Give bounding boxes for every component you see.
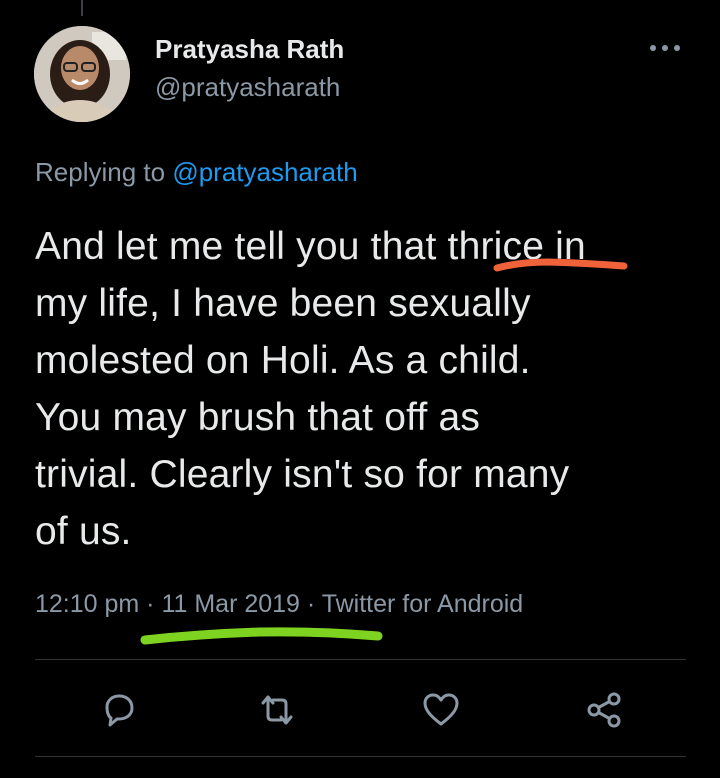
tweet-text: And let me tell you that thrice in my li…	[35, 218, 695, 560]
replying-to: Replying to @pratyasharath	[35, 157, 358, 188]
divider-top	[35, 659, 686, 660]
tweet-text-line: molested on Holi. As a child.	[35, 339, 531, 382]
tweet-text-line: You may brush that off as	[35, 396, 481, 439]
share-icon[interactable]	[582, 688, 626, 732]
retweet-icon[interactable]	[255, 688, 299, 732]
replying-prefix: Replying to	[35, 157, 166, 187]
avatar[interactable]	[34, 26, 130, 122]
action-bar	[35, 680, 686, 740]
tweet-text-line: And let me tell you that thrice in	[35, 225, 586, 268]
tweet-timestamp-source[interactable]: 12:10 pm · 11 Mar 2019 · Twitter for And…	[35, 590, 523, 619]
heart-icon[interactable]	[419, 688, 463, 732]
thread-connector-line	[81, 0, 83, 16]
avatar-image	[34, 26, 130, 122]
tweet-text-line: my life, I have been sexually	[35, 282, 531, 325]
reply-icon[interactable]	[97, 688, 141, 732]
author-name[interactable]: Pratyasha Rath	[155, 34, 344, 65]
green-underline-mark	[140, 627, 383, 645]
tweet-text-line: of us.	[35, 510, 132, 553]
author-handle[interactable]: @pratyasharath	[155, 72, 340, 103]
tweet-header: Pratyasha Rath @pratyasharath	[34, 26, 694, 122]
divider-bottom	[35, 756, 686, 757]
more-horizontal-icon[interactable]	[646, 38, 684, 58]
replying-handle-link[interactable]: @pratyasharath	[172, 157, 357, 187]
tweet-text-line: trivial. Clearly isn't so for many	[35, 453, 570, 496]
